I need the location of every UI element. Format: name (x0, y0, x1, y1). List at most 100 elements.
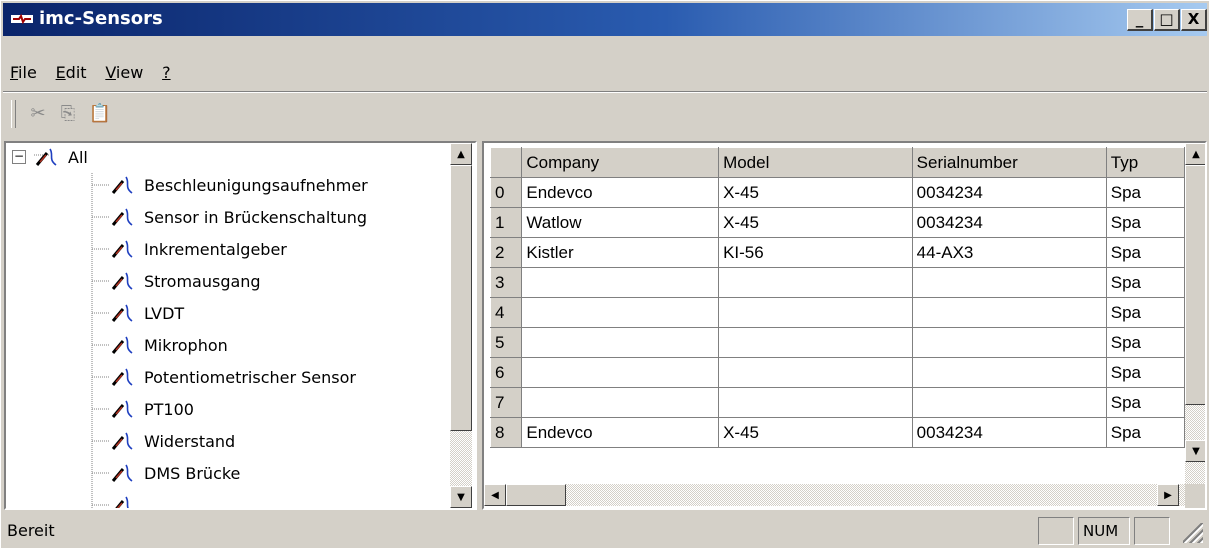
cell-type[interactable]: Spa (1105, 237, 1185, 268)
scroll-up-arrow-icon[interactable]: ▲ (450, 143, 472, 165)
paste-icon[interactable]: 📋 (87, 100, 113, 126)
table-row: 7 Spa (489, 387, 1185, 418)
cell-company[interactable] (521, 387, 720, 418)
cell-model[interactable]: X-45 (718, 207, 913, 238)
cell-type[interactable]: Spa (1105, 207, 1185, 238)
title-bar[interactable]: imc-Sensors _ □ X (3, 3, 1207, 36)
cell-model[interactable]: X-45 (718, 417, 913, 448)
cell-model[interactable]: X-45 (718, 177, 913, 208)
tree-item-mikrophon[interactable]: Mikrophon (110, 331, 228, 359)
cell-serial[interactable]: 0034234 (911, 417, 1107, 448)
sensor-icon (111, 304, 133, 322)
tree-root-all[interactable]: − All (12, 143, 88, 171)
menu-help[interactable]: ? (155, 59, 178, 86)
scroll-left-arrow-icon[interactable]: ◀ (484, 484, 506, 506)
cell-type[interactable]: Spa (1105, 387, 1185, 418)
maximize-button[interactable]: □ (1154, 9, 1180, 31)
column-header-model[interactable]: Model (718, 147, 913, 178)
tree-item-pt100[interactable]: PT100 (110, 395, 194, 423)
row-header[interactable]: 5 (489, 327, 523, 358)
scroll-down-arrow-icon[interactable]: ▼ (450, 486, 472, 508)
cell-company[interactable]: Endevco (521, 177, 720, 208)
grid-vertical-scrollbar[interactable]: ▲ ▼ (1185, 143, 1205, 484)
cell-serial[interactable]: 44-AX3 (911, 237, 1107, 268)
cell-serial[interactable] (911, 387, 1107, 418)
menu-view[interactable]: View (98, 59, 150, 86)
row-header[interactable]: 0 (489, 177, 523, 208)
scroll-thumb[interactable] (1185, 165, 1205, 405)
cell-company[interactable]: Watlow (521, 207, 720, 238)
cell-company[interactable]: Endevco (521, 417, 720, 448)
sensor-icon (111, 464, 133, 482)
sensor-icon (111, 368, 133, 386)
toolbar-grip[interactable] (11, 100, 16, 128)
column-header-company[interactable]: Company (521, 147, 720, 178)
resize-grip-icon[interactable] (1183, 523, 1203, 543)
cell-type[interactable]: Spa (1105, 267, 1185, 298)
cell-company[interactable] (521, 297, 720, 328)
tree-item-sensor-in-brueckenschaltung[interactable]: Sensor in Brückenschaltung (110, 203, 367, 231)
tree-item-partial[interactable] (110, 491, 144, 508)
tree-item-dms-bruecke[interactable]: DMS Brücke (110, 459, 240, 487)
status-bar: Bereit NUM (3, 513, 1207, 547)
cell-company[interactable] (521, 327, 720, 358)
tree-item-stromausgang[interactable]: Stromausgang (110, 267, 261, 295)
cell-type[interactable]: Spa (1105, 327, 1185, 358)
table-row: 5 Spa (489, 327, 1185, 358)
cell-type[interactable]: Spa (1105, 297, 1185, 328)
tree-item-widerstand[interactable]: Widerstand (110, 427, 235, 455)
table-row: 3 Spa (489, 267, 1185, 298)
cell-serial[interactable] (911, 267, 1107, 298)
cell-serial[interactable] (911, 297, 1107, 328)
cell-type[interactable]: Spa (1105, 357, 1185, 388)
cell-serial[interactable]: 0034234 (911, 177, 1107, 208)
menu-bar: File Edit View ? (3, 59, 178, 87)
cell-model[interactable] (718, 387, 913, 418)
cut-icon[interactable]: ✂ (25, 100, 51, 126)
collapse-icon[interactable]: − (12, 150, 26, 164)
row-header[interactable]: 1 (489, 207, 523, 238)
cell-serial[interactable]: 0034234 (911, 207, 1107, 238)
row-header[interactable]: 7 (489, 387, 523, 418)
cell-model[interactable] (718, 357, 913, 388)
cell-company[interactable] (521, 267, 720, 298)
row-header[interactable]: 3 (489, 267, 523, 298)
cell-model[interactable] (718, 267, 913, 298)
cell-model[interactable]: KI-56 (718, 237, 913, 268)
grid-corner-cell[interactable] (489, 147, 523, 178)
cell-type[interactable]: Spa (1105, 417, 1185, 448)
tree-label: Mikrophon (144, 335, 228, 355)
cell-serial[interactable] (911, 327, 1107, 358)
cell-model[interactable] (718, 327, 913, 358)
column-header-serialnumber[interactable]: Serialnumber (911, 147, 1107, 178)
row-header[interactable]: 4 (489, 297, 523, 328)
row-header[interactable]: 2 (489, 237, 523, 268)
scroll-right-arrow-icon[interactable]: ▶ (1157, 484, 1179, 506)
table-row: 1 Watlow X-45 0034234 Spa (489, 207, 1185, 238)
scroll-down-arrow-icon[interactable]: ▼ (1185, 440, 1205, 462)
minimize-button[interactable]: _ (1127, 9, 1153, 31)
tree-vertical-scrollbar[interactable]: ▲ ▼ (450, 143, 472, 508)
tree-item-inkrementalgeber[interactable]: Inkrementalgeber (110, 235, 287, 263)
cell-model[interactable] (718, 297, 913, 328)
tree-label: PT100 (144, 399, 194, 419)
cell-company[interactable] (521, 357, 720, 388)
close-button[interactable]: X (1181, 9, 1207, 31)
tree-item-potentiometrischer-sensor[interactable]: Potentiometrischer Sensor (110, 363, 356, 391)
menu-edit[interactable]: Edit (49, 59, 94, 86)
tree-item-beschleunigungsaufnehmer[interactable]: Beschleunigungsaufnehmer (110, 171, 368, 199)
sensor-icon (111, 176, 133, 194)
grid-horizontal-scrollbar[interactable]: ◀ ▶ (484, 484, 1185, 506)
tree-item-lvdt[interactable]: LVDT (110, 299, 184, 327)
menu-file[interactable]: File (3, 59, 44, 86)
column-header-type[interactable]: Typ (1105, 147, 1185, 178)
copy-icon[interactable]: ⎘ (55, 100, 81, 126)
scroll-thumb[interactable] (450, 165, 472, 431)
horizontal-scroll-thumb[interactable] (506, 484, 566, 506)
row-header[interactable]: 8 (489, 417, 523, 448)
cell-serial[interactable] (911, 357, 1107, 388)
cell-company[interactable]: Kistler (521, 237, 720, 268)
row-header[interactable]: 6 (489, 357, 523, 388)
cell-type[interactable]: Spa (1105, 177, 1185, 208)
scroll-up-arrow-icon[interactable]: ▲ (1185, 143, 1205, 165)
